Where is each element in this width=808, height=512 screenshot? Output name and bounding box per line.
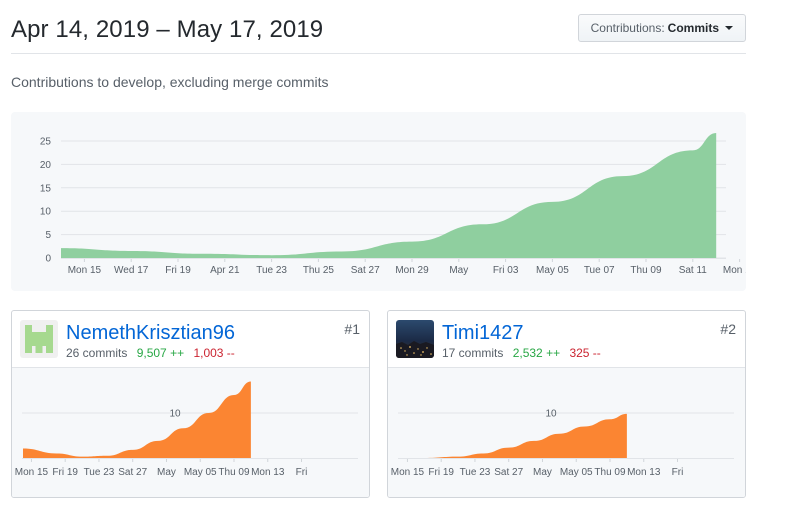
- contributor-card: Timi1427 17 commits 2,532 ++ 325 -- #2 1…: [387, 310, 746, 498]
- contributor-chart: 10 Mon 15 Fri 19 Tue 23 Sat 27 May May 05 Thu 0…: [388, 368, 745, 497]
- main-contributions-chart: 0 5 10 15 20 25 Mon 15 Wed 17 Fri 19 Apr 21 Tue 23…: [11, 112, 746, 291]
- x-tick-label: May: [157, 467, 176, 478]
- y-tick-label: 10: [40, 207, 52, 218]
- x-tick-label: Mon 13: [723, 265, 746, 276]
- contributor-card-header: NemethKrisztian96 26 commits 9,507 ++ 1,…: [12, 311, 369, 368]
- contributor-chart-svg: 10 Mon 15 Fri 19 Tue 23 Sat 27 May May 05 Thu 0…: [15, 381, 358, 478]
- x-tick-label: Thu 09: [630, 265, 662, 276]
- y-tick-label: 20: [40, 160, 52, 171]
- night-city-photo-icon[interactable]: [396, 320, 434, 358]
- x-tick-label: Sat 27: [494, 467, 523, 478]
- deletions-count: 1,003 --: [193, 346, 235, 360]
- x-tick-label: May 05: [184, 467, 217, 478]
- x-tick-label: Thu 09: [594, 467, 626, 478]
- x-tick-label: Tue 23: [256, 265, 287, 276]
- contributor-rank: #2: [720, 321, 736, 337]
- x-tick-label: May: [449, 265, 468, 276]
- y-tick-label: 25: [40, 137, 52, 148]
- x-tick-label: Sat 11: [679, 265, 708, 276]
- x-tick-label: Mon 13: [627, 467, 661, 478]
- main-chart-svg: 0 5 10 15 20 25 Mon 15 Wed 17 Fri 19 Apr 21 Tue 23…: [40, 133, 746, 276]
- y-tick-label: 10: [169, 409, 181, 420]
- contributor-stats: 26 commits 9,507 ++ 1,003 --: [66, 346, 235, 360]
- page-header: Apr 14, 2019 – May 17, 2019 Contribution…: [11, 14, 746, 54]
- x-tick-label: Wed 17: [114, 265, 149, 276]
- contributor-card-header: Timi1427 17 commits 2,532 ++ 325 -- #2: [388, 311, 745, 368]
- identicon-icon[interactable]: [20, 320, 58, 358]
- contributor-card: NemethKrisztian96 26 commits 9,507 ++ 1,…: [11, 310, 370, 498]
- contributor-chart-svg: 10 Mon 15 Fri 19 Tue 23 Sat 27 May May 05 Thu 0…: [391, 409, 734, 478]
- x-tick-label: Tue 23: [84, 467, 115, 478]
- contributor-chart: 10 Mon 15 Fri 19 Tue 23 Sat 27 May May 05 Thu 0…: [12, 368, 369, 497]
- x-tick-label: May 05: [536, 265, 569, 276]
- x-tick-label: Fri 19: [428, 467, 454, 478]
- contributor-username-link[interactable]: NemethKrisztian96: [66, 322, 235, 345]
- contributions-value: Commits: [667, 21, 719, 35]
- x-tick-label: Mon 15: [391, 467, 425, 478]
- contributions-subtitle: Contributions to develop, excluding merg…: [11, 74, 329, 90]
- x-tick-label: Sat 27: [351, 265, 380, 276]
- x-tick-label: Fri: [672, 467, 684, 478]
- x-tick-label: Mon 15: [68, 265, 102, 276]
- y-tick-label: 0: [45, 254, 51, 265]
- additions-count: 9,507 ++: [136, 346, 185, 360]
- contributor-rank: #1: [344, 321, 360, 337]
- contributions-label: Contributions:: [590, 21, 665, 35]
- contributor-stats: 17 commits 2,532 ++ 325 --: [442, 346, 601, 360]
- x-tick-label: Apr 21: [210, 265, 240, 276]
- commit-count-link[interactable]: 26 commits: [66, 346, 127, 360]
- commit-count-link[interactable]: 17 commits: [442, 346, 503, 360]
- x-tick-label: Tue 23: [460, 467, 491, 478]
- x-tick-label: May: [533, 467, 552, 478]
- x-tick-label: Thu 25: [303, 265, 335, 276]
- x-tick-label: Fri 03: [493, 265, 519, 276]
- additions-count: 2,532 ++: [512, 346, 561, 360]
- x-tick-label: May 05: [560, 467, 593, 478]
- x-tick-label: Mon 13: [251, 467, 285, 478]
- x-tick-label: Mon 29: [395, 265, 429, 276]
- contribution-area: [23, 381, 251, 458]
- contributions-type-dropdown[interactable]: Contributions: Commits: [577, 14, 746, 42]
- x-tick-label: Fri 19: [165, 265, 191, 276]
- contribution-area: [424, 413, 627, 458]
- x-tick-label: Thu 09: [218, 467, 250, 478]
- date-range-title: Apr 14, 2019 – May 17, 2019: [11, 16, 324, 43]
- x-tick-label: Tue 07: [584, 265, 615, 276]
- y-tick-label: 5: [45, 230, 51, 241]
- x-tick-label: Mon 15: [15, 467, 49, 478]
- x-tick-label: Sat 27: [118, 467, 147, 478]
- x-tick-label: Fri: [296, 467, 308, 478]
- x-tick-label: Fri 19: [52, 467, 78, 478]
- y-tick-label: 15: [40, 183, 52, 194]
- contributor-username-link[interactable]: Timi1427: [442, 322, 524, 345]
- deletions-count: 325 --: [569, 346, 601, 360]
- caret-down-icon: [725, 26, 733, 30]
- y-tick-label: 10: [545, 409, 557, 420]
- contribution-area: [61, 133, 717, 258]
